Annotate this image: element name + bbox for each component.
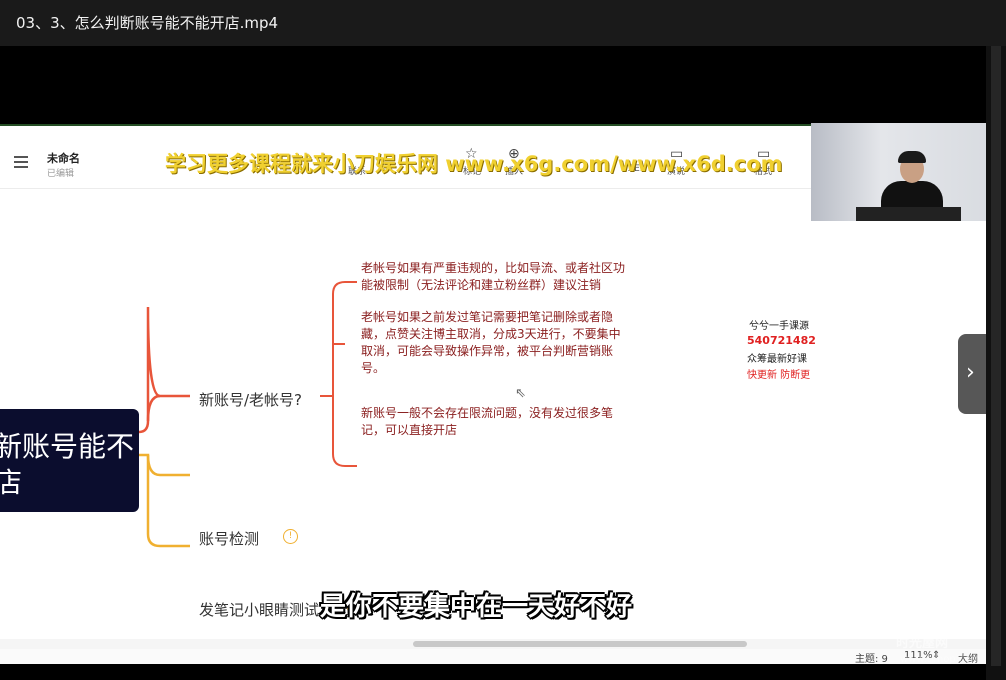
video-player[interactable]: 未命名 已编辑 联系 ☆ 标记 ⊕ 插入 ZEN ▭ 演说 ▭ 格式 学习更多课… [0,46,986,680]
document-status: 已编辑 [47,169,75,179]
window-titlebar: 03、3、怎么判断账号能不能开店.mp4 [0,0,1006,46]
corner-watermark-name: 时光屋网 [896,636,949,651]
note-new-account[interactable]: 新账号一般不会存在限流问题，没有发过很多笔记，可以直接开店 [361,405,626,439]
ad-line4: 快更新 防断更 [747,370,811,381]
webcam-overlay [811,123,986,221]
branch-new-old-account[interactable]: 新账号/老帐号? [199,389,302,410]
ad-line3: 众筹最新好课 [747,354,807,365]
branch-note-eye-test[interactable]: 发笔记小眼睛测试 [199,599,319,620]
note-old-account-cleanup[interactable]: 老帐号如果之前发过笔记需要把笔记删除或者隐藏，点赞关注博主取消，分成3天进行，不… [361,309,626,377]
site-watermark: 学习更多课程就来小刀娱乐网 www.x6g.com/www.x6d.com [165,152,783,176]
corner-watermark-url: www.timop.com [900,654,981,665]
info-icon[interactable]: ! [283,529,298,544]
status-bar: 主题: 9 111% ⇕ 大纲 [0,649,986,664]
scrollbar-thumb[interactable] [991,46,1001,666]
document-name[interactable]: 未命名 [47,150,80,166]
video-subtitle: 是你不要集中在一天好不好 [320,592,633,622]
horizontal-scrollbar[interactable] [0,639,986,649]
hamburger-menu-icon[interactable] [14,156,28,168]
ad-line2: 540721482 [747,334,816,347]
central-topic-line2: 店 [0,466,23,499]
branch-account-check[interactable]: 账号检测 [199,528,259,549]
topic-count: 主题: 9 [855,654,888,664]
scrollbar-thumb[interactable] [413,641,747,647]
central-topic[interactable]: 新账号能不 店 [0,409,139,512]
mouse-cursor-icon: ⇖ [515,386,526,401]
vertical-scrollbar[interactable] [986,46,1006,680]
ad-line1: 兮兮一手课源 [749,321,809,332]
central-topic-line1: 新账号能不 [0,430,135,463]
next-video-button[interactable]: › [958,334,986,414]
presenter-cap [898,151,926,163]
mindmap-canvas[interactable]: 新账号能不 店 新账号/老帐号? 账号检测 ! 发笔记小眼睛测试 ! 老帐号如果… [0,189,986,639]
video-title: 03、3、怎么判断账号能不能开店.mp4 [16,14,279,32]
note-old-account-violation[interactable]: 老帐号如果有严重违规的，比如导流、或者社区功能被限制（无法评论和建立粉丝群）建议… [361,260,626,294]
chevron-right-icon: › [966,360,975,385]
laptop [856,207,961,221]
